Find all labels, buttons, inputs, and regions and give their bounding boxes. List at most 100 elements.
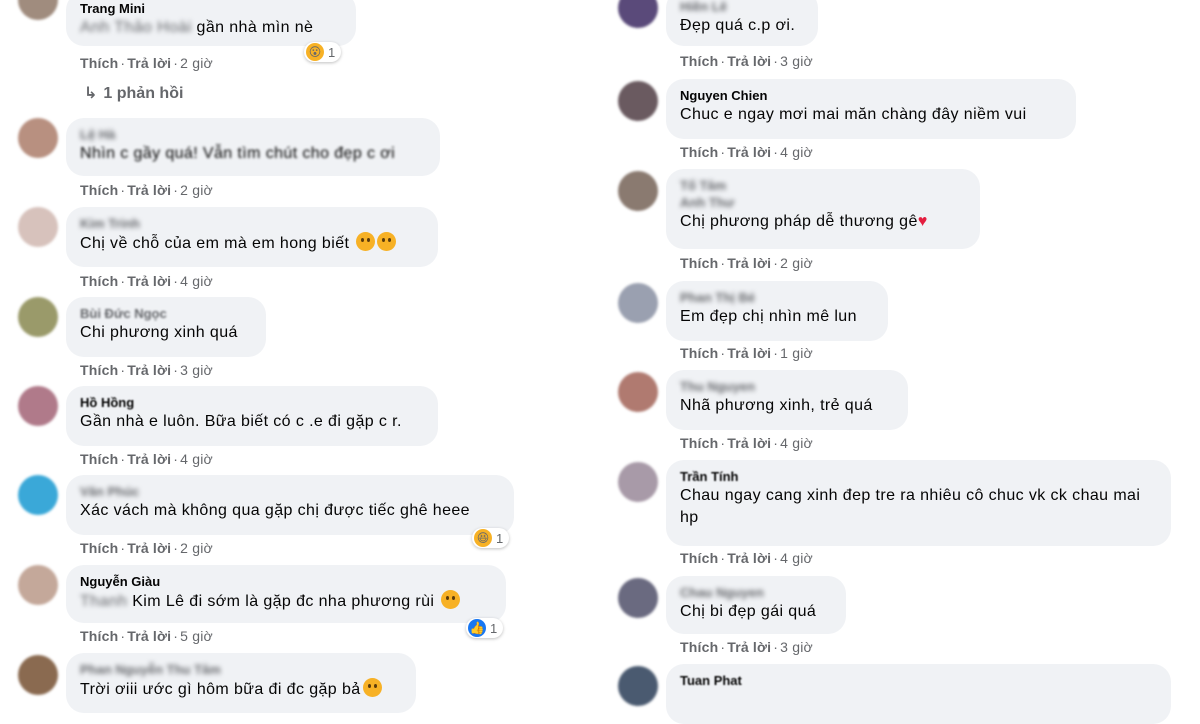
comment-author[interactable]: Tuan Phat	[680, 672, 1157, 689]
like-link[interactable]: Thích	[80, 55, 118, 71]
comment-bubble: Hiền Lê Đẹp quá c.p ơi.	[666, 0, 818, 46]
comment-author[interactable]: Nguyễn Giàu	[80, 573, 492, 590]
avatar[interactable]	[618, 0, 658, 28]
reply-link[interactable]: Trả lời	[727, 435, 771, 451]
comment-author[interactable]: Văn Phúc	[80, 483, 500, 500]
like-link[interactable]: Thích	[80, 273, 118, 289]
reply-link[interactable]: Trả lời	[127, 273, 171, 289]
timestamp[interactable]: 3 giờ	[180, 362, 213, 378]
timestamp[interactable]: 4 giờ	[780, 435, 813, 451]
like-link[interactable]: Thích	[80, 540, 118, 556]
comment-bubble: Tố Tâm Anh Thư Chị phương pháp dễ thương…	[666, 169, 980, 249]
timestamp[interactable]: 2 giờ	[180, 55, 213, 71]
avatar[interactable]	[18, 655, 58, 695]
reply-link[interactable]: Trả lời	[127, 362, 171, 378]
reply-link[interactable]: Trả lời	[127, 182, 171, 198]
comment-author[interactable]: Hiền Lê	[680, 0, 804, 15]
timestamp[interactable]: 3 giờ	[780, 53, 813, 69]
comment-author[interactable]: Thu Nguyen	[680, 378, 894, 395]
reply-link[interactable]: Trả lời	[127, 55, 171, 71]
avatar[interactable]	[618, 171, 658, 211]
comment-actions: Thích · Trả lời · 1 giờ	[680, 345, 813, 361]
timestamp[interactable]: 4 giờ	[180, 273, 213, 289]
comment-text: Trời ơiii ước gì hôm bữa đi đc gặp bả	[80, 678, 402, 701]
avatar[interactable]	[618, 81, 658, 121]
comment-bubble: Nguyễn Giàu Thanh Kim Lê đi sớm là gặp đ…	[66, 565, 506, 623]
reaction-badge[interactable]: 👍 1	[466, 618, 504, 638]
reaction-badge[interactable]: 😆 1	[472, 528, 510, 548]
comment-text: Chị bi đẹp gái quá	[680, 603, 817, 620]
reply-link[interactable]: Trả lời	[727, 53, 771, 69]
reply-link[interactable]: Trả lời	[727, 639, 771, 655]
timestamp[interactable]: 5 giờ	[180, 628, 213, 644]
comment-text: Chị về chỗ của em mà em hong biết	[80, 232, 424, 255]
like-link[interactable]: Thích	[80, 451, 118, 467]
like-link[interactable]: Thích	[680, 435, 718, 451]
comment-author[interactable]: Kim Trinh	[80, 215, 424, 232]
avatar[interactable]	[618, 283, 658, 323]
avatar[interactable]	[618, 666, 658, 706]
timestamp[interactable]: 2 giờ	[180, 540, 213, 556]
like-link[interactable]: Thích	[680, 255, 718, 271]
comment-author[interactable]: Anh Thư	[680, 194, 966, 211]
reply-link[interactable]: Trả lời	[727, 144, 771, 160]
timestamp[interactable]: 1 giờ	[780, 345, 813, 361]
reply-link[interactable]: Trả lời	[127, 451, 171, 467]
like-link[interactable]: Thích	[80, 182, 118, 198]
timestamp[interactable]: 3 giờ	[780, 639, 813, 655]
reaction-badge[interactable]: 😮 1	[304, 42, 342, 62]
comment-text: Đẹp quá c.p ơi.	[680, 17, 796, 34]
comment-actions: Thích · Trả lời · 3 giờ	[680, 639, 813, 655]
comment-author[interactable]: Trần Tính	[680, 468, 1157, 485]
comment-author[interactable]: Tố Tâm	[680, 177, 966, 194]
comment-author[interactable]: Lệ Hà	[80, 126, 426, 143]
timestamp[interactable]: 2 giờ	[180, 182, 213, 198]
like-link[interactable]: Thích	[80, 362, 118, 378]
reply-link[interactable]: Trả lời	[727, 345, 771, 361]
comment-author[interactable]: Hồ Hồng	[80, 394, 424, 411]
avatar[interactable]	[18, 565, 58, 605]
timestamp[interactable]: 4 giờ	[180, 451, 213, 467]
timestamp[interactable]: 4 giờ	[780, 550, 813, 566]
comment-text: Nhã phương xinh, trẻ quá	[680, 397, 873, 414]
comment-author[interactable]: Phan Thị Bé	[680, 289, 874, 306]
comment-text: Chị phương pháp dễ thương gê♥	[680, 213, 928, 230]
reply-link[interactable]: Trả lời	[727, 550, 771, 566]
like-link[interactable]: Thích	[680, 345, 718, 361]
reply-link[interactable]: Trả lời	[127, 540, 171, 556]
comment-bubble: Văn Phúc Xác vách mà không qua gặp chị đ…	[66, 475, 514, 535]
like-link[interactable]: Thích	[680, 639, 718, 655]
avatar[interactable]	[18, 0, 58, 20]
like-link[interactable]: Thích	[680, 550, 718, 566]
avatar[interactable]	[618, 372, 658, 412]
comment-author[interactable]: Chau Nguyen	[680, 584, 832, 601]
timestamp[interactable]: 2 giờ	[780, 255, 813, 271]
avatar[interactable]	[618, 462, 658, 502]
avatar[interactable]	[18, 118, 58, 158]
view-replies-link[interactable]: ↳ 1 phản hồi	[84, 83, 183, 103]
comment-text: Gần nhà e luôn. Bữa biết có c .e đi gặp …	[80, 413, 402, 430]
comment-bubble: Phan Thị Bé Em đẹp chị nhìn mê lun	[666, 281, 888, 341]
like-link[interactable]: Thích	[680, 144, 718, 160]
timestamp[interactable]: 4 giờ	[780, 144, 813, 160]
avatar[interactable]	[18, 297, 58, 337]
comment-bubble: Phan Nguyễn Thu Tâm Trời ơiii ước gì hôm…	[66, 653, 416, 713]
like-link[interactable]: Thích	[680, 53, 718, 69]
comment-actions: Thích · Trả lời · 4 giờ	[680, 144, 813, 160]
avatar[interactable]	[618, 578, 658, 618]
reply-link[interactable]: Trả lời	[127, 628, 171, 644]
comment-bubble: Nguyen Chien Chuc e ngay mơi mai măn chà…	[666, 79, 1076, 139]
avatar[interactable]	[18, 475, 58, 515]
pleading-emoji-icon	[362, 678, 382, 697]
comment-author[interactable]: Phan Nguyễn Thu Tâm	[80, 661, 402, 678]
comment-author[interactable]: Trang Mini	[80, 0, 342, 17]
comment-author[interactable]: Bùi Đức Ngọc	[80, 305, 252, 322]
avatar[interactable]	[18, 207, 58, 247]
comment-actions: Thích · Trả lời · 3 giờ	[80, 362, 213, 378]
avatar[interactable]	[18, 386, 58, 426]
comment-bubble: Trang Mini Anh Thảo Hoài gần nhà mìn nè	[66, 0, 356, 46]
comment-author[interactable]: Nguyen Chien	[680, 87, 1062, 104]
comment-bubble: Bùi Đức Ngọc Chi phương xinh quá	[66, 297, 266, 357]
reply-link[interactable]: Trả lời	[727, 255, 771, 271]
like-link[interactable]: Thích	[80, 628, 118, 644]
